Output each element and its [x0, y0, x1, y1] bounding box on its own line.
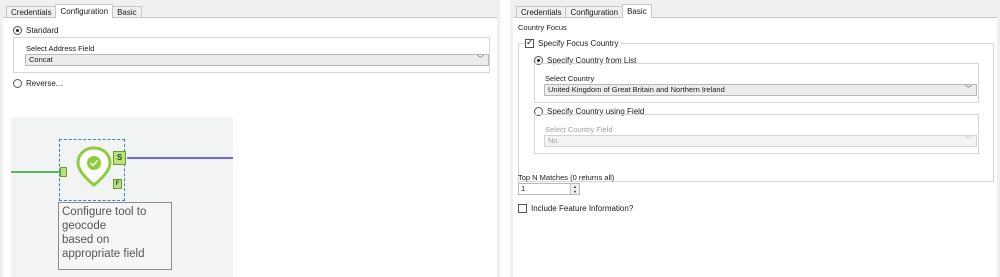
standard-radio[interactable] [13, 26, 22, 35]
reverse-radio-option[interactable]: Reverse... [13, 79, 62, 88]
specify-focus-country-checkbox[interactable]: ✓ [525, 37, 534, 48]
country-focus-heading: Country Focus [518, 23, 567, 32]
top-n-label: Top N Matches (0 returns all) [518, 173, 615, 182]
right-config-panel: Credentials Configuration Basic Country … [510, 0, 1000, 277]
select-country-field-value: No. [548, 136, 560, 145]
select-country-field-label: Select Country Field [545, 125, 613, 134]
country-list-group: Select Country United Kingdom of Great B… [534, 63, 979, 103]
select-country-field-dropdown[interactable]: No. ﹀ [544, 135, 977, 147]
reverse-radio[interactable] [13, 79, 22, 88]
chevron-down-icon: ﹀ [965, 137, 972, 144]
map-pin-icon [76, 146, 112, 187]
tool-annotation: Configure tool to geocode based on appro… [58, 202, 172, 270]
left-config-panel: Credentials Configuration Basic Standard… [0, 0, 500, 277]
address-field-value: Concat [29, 55, 53, 64]
country-field-group: Select Country Field No. ﹀ [534, 114, 979, 154]
output-anchor-f[interactable]: F [113, 179, 122, 189]
standard-group-box: Select Address Field Concat ﹀ [13, 37, 490, 73]
reverse-label: Reverse... [26, 79, 63, 88]
left-tab-strip: Credentials Configuration Basic [6, 4, 142, 18]
specify-focus-country-option[interactable]: ✓ Specify Focus Country [525, 37, 622, 48]
output-anchor-s[interactable]: S [113, 151, 126, 165]
spin-down-icon[interactable]: ▼ [571, 189, 579, 194]
check-icon: ✓ [526, 37, 534, 47]
top-n-spin-buttons: ▲ ▼ [570, 184, 579, 194]
top-n-value: 1 [521, 184, 526, 193]
include-feature-checkbox[interactable] [518, 204, 527, 213]
chevron-down-icon: ﹀ [477, 56, 484, 63]
address-field-select[interactable]: Concat ﹀ [25, 54, 489, 66]
address-field-label: Select Address Field [26, 44, 95, 53]
include-feature-option[interactable]: Include Feature Information? [518, 204, 633, 213]
top-n-stepper[interactable]: 1 ▲ ▼ [518, 183, 580, 195]
standard-radio-option[interactable]: Standard [13, 26, 58, 35]
select-country-dropdown[interactable]: United Kingdom of Great Britain and Nort… [544, 84, 977, 96]
standard-label: Standard [26, 26, 59, 35]
select-country-value: United Kingdom of Great Britain and Nort… [548, 85, 725, 94]
chevron-down-icon: ﹀ [965, 86, 972, 93]
select-country-label: Select Country [545, 74, 595, 83]
input-anchor[interactable] [60, 167, 67, 177]
include-feature-label: Include Feature Information? [531, 204, 634, 213]
right-tab-strip: Credentials Configuration Basic [516, 4, 652, 18]
geocoder-tool-selection[interactable] [59, 139, 125, 201]
specify-focus-country-label: Specify Focus Country [538, 39, 619, 48]
workflow-canvas[interactable]: S F Configure tool to geocode based on a… [11, 117, 233, 277]
tab-basic[interactable]: Basic [622, 4, 652, 18]
basic-tab-body: Country Focus ✓ Specify Focus Country Sp… [513, 17, 997, 277]
tab-configuration[interactable]: Configuration [55, 4, 114, 18]
